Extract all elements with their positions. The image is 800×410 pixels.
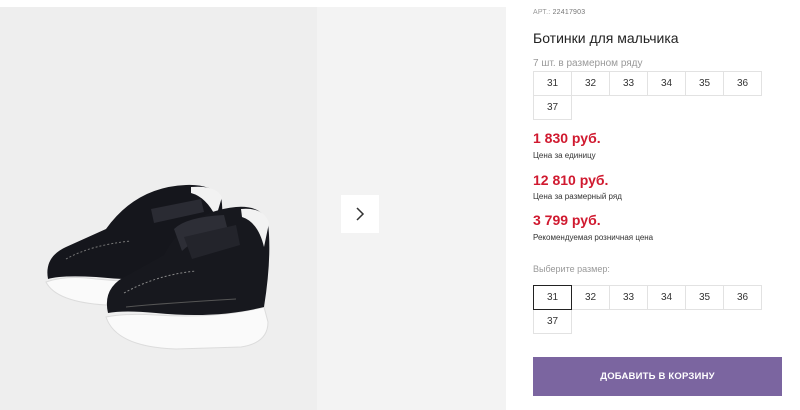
size-option[interactable]: 34 bbox=[647, 285, 686, 310]
size-select-label: Выберите размер: bbox=[533, 264, 610, 274]
size-option-selected[interactable]: 31 bbox=[533, 285, 572, 310]
pack-note: 7 шт. в размерном ряду bbox=[533, 58, 643, 69]
pack-size-cell: 34 bbox=[647, 71, 686, 96]
pack-price-label: Цена за размерный ряд bbox=[533, 192, 622, 201]
size-option[interactable]: 36 bbox=[723, 285, 762, 310]
retail-price: 3 799 руб. bbox=[533, 212, 601, 228]
unit-price: 1 830 руб. bbox=[533, 130, 601, 146]
product-gallery bbox=[0, 0, 506, 410]
chevron-right-icon bbox=[356, 207, 365, 221]
pack-size-cell: 36 bbox=[723, 71, 762, 96]
pack-price: 12 810 руб. bbox=[533, 172, 609, 188]
pack-size-cell: 32 bbox=[571, 71, 610, 96]
add-to-cart-button[interactable]: ДОБАВИТЬ В КОРЗИНУ bbox=[533, 357, 782, 396]
size-option[interactable]: 32 bbox=[571, 285, 610, 310]
size-option[interactable]: 33 bbox=[609, 285, 648, 310]
size-option[interactable]: 37 bbox=[533, 309, 572, 334]
pack-size-cell: 37 bbox=[533, 95, 572, 120]
pack-size-cell: 35 bbox=[685, 71, 724, 96]
product-title: Ботинки для мальчика bbox=[533, 30, 679, 46]
size-option[interactable]: 35 bbox=[685, 285, 724, 310]
size-selector: 31 32 33 34 35 36 37 bbox=[533, 285, 762, 334]
pack-size-grid: 31 32 33 34 35 36 37 bbox=[533, 71, 762, 120]
shoes-image bbox=[45, 184, 270, 350]
product-photo-main[interactable] bbox=[0, 7, 317, 410]
article-number: АРТ.: 22417903 bbox=[533, 9, 586, 16]
retail-price-label: Рекомендуемая розничная цена bbox=[533, 233, 654, 242]
pack-size-cell: 33 bbox=[609, 71, 648, 96]
pack-size-cell: 31 bbox=[533, 71, 572, 96]
unit-price-label: Цена за единицу bbox=[533, 151, 596, 160]
gallery-next-button[interactable] bbox=[341, 195, 379, 233]
